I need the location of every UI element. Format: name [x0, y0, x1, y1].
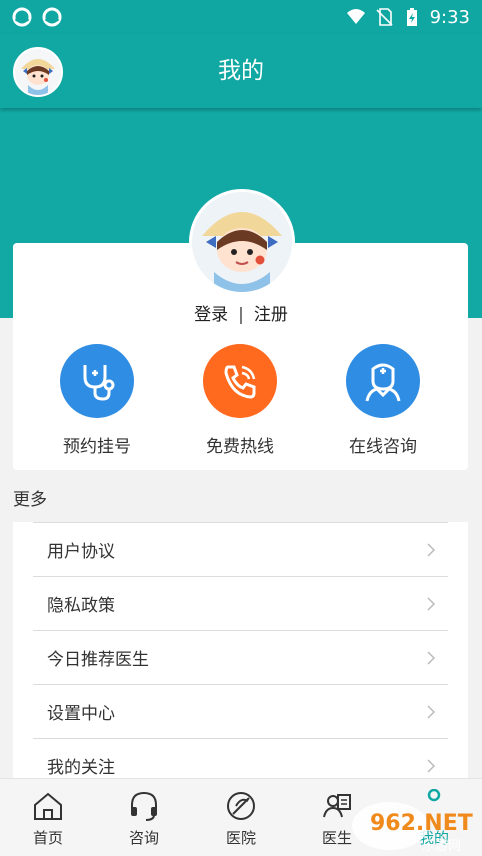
phone-icon: [203, 344, 277, 418]
menu-item-label: 设置中心: [47, 704, 115, 724]
register-link[interactable]: 注册: [254, 300, 288, 325]
hospital-icon: [227, 792, 255, 820]
login-register-row: 登录 | 注册: [0, 300, 482, 325]
nav-label: 医院: [225, 829, 256, 847]
battery-charging-icon: [406, 8, 417, 26]
site-watermark: 962.NET 乐游网: [350, 796, 482, 856]
sync-icon: [42, 7, 62, 27]
sync-icon: [12, 7, 32, 27]
no-sim-icon: [376, 8, 393, 26]
app-bar: 我的: [0, 34, 482, 108]
page-title: 我的: [218, 58, 264, 84]
quick-action-consult[interactable]: 在线咨询: [308, 344, 458, 457]
quick-action-label: 免费热线: [206, 437, 274, 457]
menu-item-user-agreement[interactable]: 用户协议: [33, 522, 448, 576]
chevron-right-icon: [427, 597, 436, 611]
more-section-title: 更多: [13, 490, 47, 510]
nav-tab-home[interactable]: 首页: [0, 779, 96, 856]
menu-item-label: 今日推荐医生: [47, 650, 149, 670]
menu-item-recommended-doctors[interactable]: 今日推荐医生: [33, 630, 448, 684]
separator: |: [238, 305, 244, 325]
chevron-right-icon: [427, 651, 436, 665]
quick-action-label: 在线咨询: [349, 437, 417, 457]
quick-action-hotline[interactable]: 免费热线: [165, 344, 315, 457]
status-bar: 9:33: [0, 0, 482, 34]
menu-item-label: 用户协议: [47, 542, 115, 562]
nav-tab-hospital[interactable]: 医院: [193, 779, 289, 856]
menu-item-privacy-policy[interactable]: 隐私政策: [33, 576, 448, 630]
more-menu: 用户协议 隐私政策 今日推荐医生 设置中心 我的关注: [13, 522, 468, 784]
doctor-card-icon: [323, 794, 351, 818]
nav-tab-consult[interactable]: 咨询: [96, 779, 192, 856]
wifi-icon: [346, 9, 365, 24]
quick-action-appointment[interactable]: 预约挂号: [22, 344, 172, 457]
quick-action-label: 预约挂号: [63, 437, 131, 457]
watermark-text: 962.NET: [370, 811, 473, 836]
stethoscope-icon: [60, 344, 134, 418]
nav-label: 咨询: [128, 829, 159, 847]
menu-item-label: 隐私政策: [47, 596, 115, 616]
home-icon: [34, 792, 62, 820]
headset-icon: [131, 791, 157, 821]
watermark-subtext: 乐游网: [422, 839, 461, 854]
menu-item-label: 我的关注: [47, 758, 115, 778]
chevron-right-icon: [427, 759, 436, 773]
avatar-image: [192, 192, 292, 292]
chevron-right-icon: [427, 543, 436, 557]
nav-label: 首页: [32, 829, 63, 847]
chevron-right-icon: [427, 705, 436, 719]
login-link[interactable]: 登录: [194, 300, 228, 325]
profile-avatar[interactable]: [189, 189, 295, 295]
doctor-icon: [346, 344, 420, 418]
menu-item-settings[interactable]: 设置中心: [33, 684, 448, 738]
status-time: 9:33: [429, 6, 470, 28]
